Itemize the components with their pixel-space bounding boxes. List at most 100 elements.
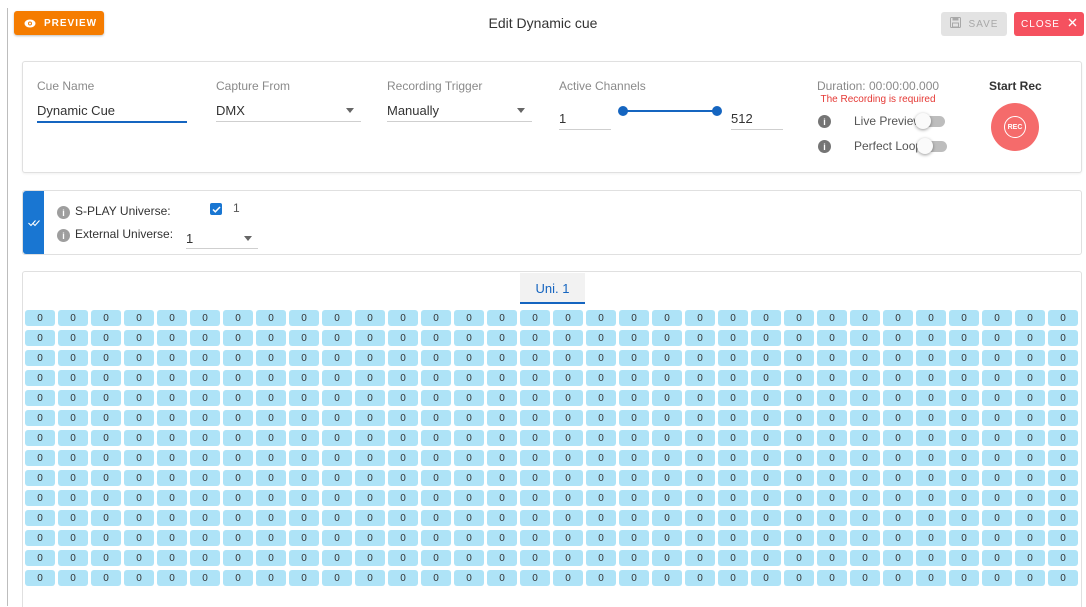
dmx-channel-cell[interactable]: 0	[388, 530, 418, 546]
dmx-channel-cell[interactable]: 0	[25, 470, 55, 486]
dmx-channel-cell[interactable]: 0	[949, 570, 979, 586]
dmx-channel-cell[interactable]: 0	[289, 410, 319, 426]
dmx-channel-cell[interactable]: 0	[289, 350, 319, 366]
dmx-channel-cell[interactable]: 0	[982, 390, 1012, 406]
dmx-channel-cell[interactable]: 0	[784, 330, 814, 346]
dmx-channel-cell[interactable]: 0	[355, 390, 385, 406]
dmx-channel-cell[interactable]: 0	[619, 570, 649, 586]
dmx-channel-cell[interactable]: 0	[586, 310, 616, 326]
dmx-channel-cell[interactable]: 0	[124, 470, 154, 486]
dmx-channel-cell[interactable]: 0	[685, 490, 715, 506]
dmx-channel-cell[interactable]: 0	[652, 430, 682, 446]
dmx-channel-cell[interactable]: 0	[454, 350, 484, 366]
dmx-channel-cell[interactable]: 0	[619, 410, 649, 426]
dmx-channel-cell[interactable]: 0	[421, 430, 451, 446]
dmx-channel-cell[interactable]: 0	[289, 430, 319, 446]
dmx-channel-cell[interactable]: 0	[784, 430, 814, 446]
dmx-channel-cell[interactable]: 0	[190, 330, 220, 346]
dmx-channel-cell[interactable]: 0	[982, 510, 1012, 526]
dmx-channel-cell[interactable]: 0	[553, 570, 583, 586]
dmx-channel-cell[interactable]: 0	[190, 490, 220, 506]
dmx-channel-cell[interactable]: 0	[652, 390, 682, 406]
dmx-channel-cell[interactable]: 0	[685, 370, 715, 386]
dmx-channel-cell[interactable]: 0	[718, 330, 748, 346]
dmx-channel-cell[interactable]: 0	[388, 510, 418, 526]
dmx-channel-cell[interactable]: 0	[784, 370, 814, 386]
dmx-channel-cell[interactable]: 0	[883, 390, 913, 406]
dmx-channel-cell[interactable]: 0	[520, 410, 550, 426]
dmx-channel-cell[interactable]: 0	[553, 530, 583, 546]
close-button[interactable]: CLOSE	[1014, 12, 1084, 36]
double-check-icon[interactable]	[23, 191, 44, 254]
dmx-channel-cell[interactable]: 0	[850, 410, 880, 426]
dmx-channel-cell[interactable]: 0	[916, 490, 946, 506]
dmx-channel-cell[interactable]: 0	[487, 530, 517, 546]
dmx-channel-cell[interactable]: 0	[289, 530, 319, 546]
dmx-channel-cell[interactable]: 0	[190, 310, 220, 326]
dmx-channel-cell[interactable]: 0	[124, 530, 154, 546]
dmx-channel-cell[interactable]: 0	[223, 570, 253, 586]
dmx-channel-cell[interactable]: 0	[850, 390, 880, 406]
dmx-channel-cell[interactable]: 0	[553, 410, 583, 426]
dmx-channel-cell[interactable]: 0	[190, 430, 220, 446]
dmx-channel-cell[interactable]: 0	[421, 370, 451, 386]
dmx-channel-cell[interactable]: 0	[982, 570, 1012, 586]
dmx-channel-cell[interactable]: 0	[850, 430, 880, 446]
dmx-channel-cell[interactable]: 0	[982, 310, 1012, 326]
dmx-channel-cell[interactable]: 0	[25, 350, 55, 366]
dmx-channel-cell[interactable]: 0	[883, 490, 913, 506]
dmx-channel-cell[interactable]: 0	[685, 450, 715, 466]
dmx-channel-cell[interactable]: 0	[817, 310, 847, 326]
dmx-channel-cell[interactable]: 0	[322, 490, 352, 506]
dmx-channel-cell[interactable]: 0	[58, 530, 88, 546]
dmx-channel-cell[interactable]: 0	[883, 470, 913, 486]
dmx-channel-cell[interactable]: 0	[982, 470, 1012, 486]
dmx-channel-cell[interactable]: 0	[718, 310, 748, 326]
dmx-channel-cell[interactable]: 0	[586, 390, 616, 406]
dmx-channel-cell[interactable]: 0	[58, 490, 88, 506]
dmx-channel-cell[interactable]: 0	[520, 550, 550, 566]
dmx-channel-cell[interactable]: 0	[850, 470, 880, 486]
dmx-channel-cell[interactable]: 0	[256, 530, 286, 546]
dmx-channel-cell[interactable]: 0	[949, 530, 979, 546]
dmx-channel-cell[interactable]: 0	[883, 430, 913, 446]
dmx-channel-cell[interactable]: 0	[850, 510, 880, 526]
dmx-channel-cell[interactable]: 0	[619, 370, 649, 386]
dmx-channel-cell[interactable]: 0	[1048, 350, 1078, 366]
dmx-channel-cell[interactable]: 0	[91, 410, 121, 426]
dmx-channel-cell[interactable]: 0	[322, 530, 352, 546]
dmx-channel-cell[interactable]: 0	[718, 430, 748, 446]
dmx-channel-cell[interactable]: 0	[652, 530, 682, 546]
dmx-channel-cell[interactable]: 0	[322, 430, 352, 446]
dmx-channel-cell[interactable]: 0	[883, 310, 913, 326]
dmx-channel-cell[interactable]: 0	[124, 350, 154, 366]
dmx-channel-cell[interactable]: 0	[652, 410, 682, 426]
dmx-channel-cell[interactable]: 0	[1015, 510, 1045, 526]
dmx-channel-cell[interactable]: 0	[652, 490, 682, 506]
dmx-channel-cell[interactable]: 0	[949, 510, 979, 526]
dmx-channel-cell[interactable]: 0	[784, 510, 814, 526]
dmx-channel-cell[interactable]: 0	[223, 550, 253, 566]
dmx-channel-cell[interactable]: 0	[1048, 470, 1078, 486]
dmx-channel-cell[interactable]: 0	[553, 430, 583, 446]
dmx-channel-cell[interactable]: 0	[982, 350, 1012, 366]
dmx-channel-cell[interactable]: 0	[91, 450, 121, 466]
dmx-channel-cell[interactable]: 0	[58, 410, 88, 426]
dmx-channel-cell[interactable]: 0	[289, 490, 319, 506]
dmx-channel-cell[interactable]: 0	[784, 390, 814, 406]
dmx-channel-cell[interactable]: 0	[1048, 370, 1078, 386]
dmx-channel-cell[interactable]: 0	[718, 550, 748, 566]
dmx-channel-cell[interactable]: 0	[553, 350, 583, 366]
dmx-channel-cell[interactable]: 0	[25, 510, 55, 526]
dmx-channel-cell[interactable]: 0	[586, 570, 616, 586]
dmx-channel-cell[interactable]: 0	[454, 430, 484, 446]
dmx-channel-cell[interactable]: 0	[1015, 450, 1045, 466]
dmx-channel-cell[interactable]: 0	[487, 550, 517, 566]
dmx-channel-cell[interactable]: 0	[355, 470, 385, 486]
dmx-channel-cell[interactable]: 0	[520, 390, 550, 406]
dmx-channel-cell[interactable]: 0	[487, 450, 517, 466]
dmx-channel-cell[interactable]: 0	[157, 430, 187, 446]
dmx-channel-cell[interactable]: 0	[322, 410, 352, 426]
dmx-channel-cell[interactable]: 0	[784, 350, 814, 366]
dmx-channel-cell[interactable]: 0	[553, 330, 583, 346]
